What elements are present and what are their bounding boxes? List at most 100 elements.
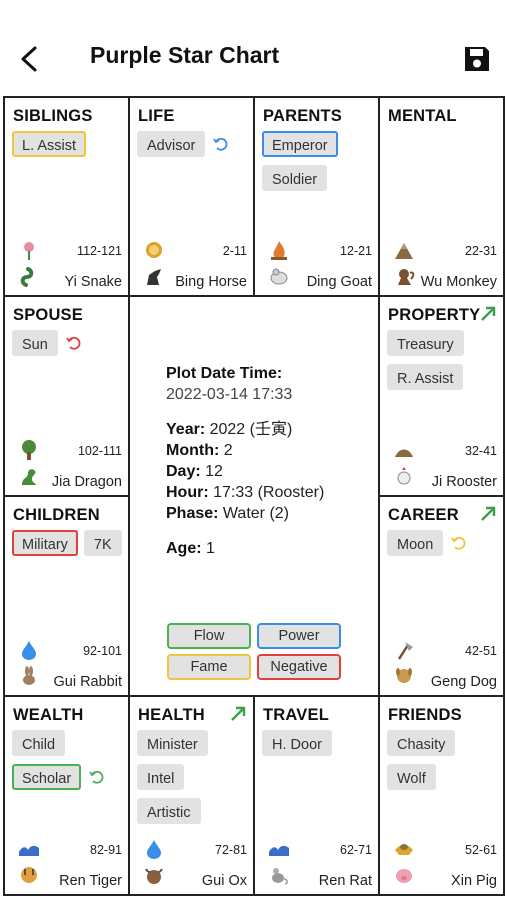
- horse-icon: [147, 269, 161, 285]
- phase-value: Water (2): [222, 505, 289, 522]
- legend-negative[interactable]: Negative: [257, 654, 341, 680]
- palace-travel[interactable]: TRAVEL H. Door 62-71 Ren Rat: [253, 695, 380, 896]
- page-title: Purple Star Chart: [90, 42, 280, 68]
- snake-icon: [20, 267, 34, 287]
- day-value: 12: [205, 463, 223, 480]
- day-label: Day:: [166, 463, 201, 480]
- palace-wealth[interactable]: WEALTH Child Scholar 82-91 Ren Tiger: [3, 695, 130, 896]
- cycle-icon: [213, 137, 228, 151]
- star-chip[interactable]: Soldier: [262, 165, 328, 191]
- star-chip[interactable]: Treasury: [387, 330, 464, 356]
- monkey-icon: [398, 269, 415, 285]
- fire-icon: [271, 241, 287, 260]
- palace-title: TRAVEL: [263, 706, 329, 724]
- palace-spouse[interactable]: SPOUSE Sun 102-111 Jia Dragon: [3, 295, 130, 497]
- earthly-branch: Jia Dragon: [51, 474, 122, 490]
- age-range: 72-81: [215, 843, 247, 857]
- palace-career[interactable]: CAREER Moon 42-51 Geng Dog: [378, 495, 505, 697]
- earthly-branch: Ren Tiger: [59, 873, 122, 889]
- star-chip[interactable]: Advisor: [137, 131, 206, 157]
- earth-mound-icon: [395, 449, 413, 457]
- age-range: 82-91: [90, 843, 122, 857]
- earthly-branch: Ding Goat: [306, 274, 372, 290]
- trend-up-icon: [481, 506, 496, 521]
- trend-up-icon: [481, 306, 496, 321]
- star-chip[interactable]: Artistic: [137, 798, 201, 824]
- age-range: 32-41: [465, 444, 497, 458]
- earthly-branch: Ren Rat: [318, 873, 372, 889]
- palace-friends[interactable]: FRIENDS Chasity Wolf 52-61 Xin Pig: [378, 695, 505, 896]
- star-chip[interactable]: Sun: [12, 330, 58, 356]
- water-drop-icon: [147, 840, 161, 859]
- palace-mental[interactable]: MENTAL 22-31 Wu Monkey: [378, 96, 505, 297]
- trend-up-icon: [231, 706, 246, 721]
- dragon-icon: [22, 469, 36, 485]
- header-bar: Purple Star Chart: [0, 38, 507, 82]
- month-row: Month: 2: [166, 440, 324, 461]
- chart-grid: SIBLINGS L. Assist 112-121 Yi Snake LIFE…: [3, 96, 505, 896]
- palace-title: SIBLINGS: [13, 107, 93, 125]
- star-chip[interactable]: Child: [12, 730, 66, 756]
- palace-siblings[interactable]: SIBLINGS L. Assist 112-121 Yi Snake: [3, 96, 130, 297]
- pig-icon: [396, 869, 412, 883]
- earthly-branch: Xin Pig: [451, 873, 497, 889]
- star-chip[interactable]: Military: [12, 530, 78, 556]
- dog-icon: [396, 668, 412, 683]
- legend-flow[interactable]: Flow: [167, 623, 251, 649]
- plot-date-value: 2022-03-14 17:33: [166, 386, 293, 403]
- earthly-branch: Yi Snake: [64, 274, 123, 290]
- palace-title: LIFE: [138, 107, 175, 125]
- star-chip[interactable]: Chasity: [387, 730, 456, 756]
- earthly-branch: Geng Dog: [430, 674, 497, 690]
- age-value: 1: [206, 540, 215, 557]
- earthly-branch: Ji Rooster: [431, 474, 497, 490]
- star-chip[interactable]: Intel: [137, 764, 185, 790]
- star-chip[interactable]: Moon: [387, 530, 444, 556]
- star-chip[interactable]: L. Assist: [12, 131, 86, 157]
- palace-title: WEALTH: [13, 706, 84, 724]
- year-label: Year:: [166, 421, 206, 438]
- water-drop-icon: [22, 641, 36, 660]
- age-range: 92-101: [83, 644, 122, 658]
- earthly-branch: Gui Rabbit: [53, 674, 122, 690]
- legend-power[interactable]: Power: [257, 623, 341, 649]
- rooster-icon: [397, 467, 411, 485]
- floppy-disk-icon[interactable]: [462, 44, 492, 74]
- flower-icon: [24, 242, 34, 260]
- tiger-icon: [21, 867, 37, 883]
- month-label: Month:: [166, 442, 220, 459]
- day-row: Day: 12: [166, 461, 324, 482]
- star-chip[interactable]: 7K: [83, 530, 122, 556]
- palace-children[interactable]: CHILDREN Military 7K 92-101 Gui Rabbit: [3, 495, 130, 697]
- rabbit-icon: [23, 666, 35, 685]
- month-value: 2: [223, 442, 233, 459]
- earthly-branch: Wu Monkey: [420, 274, 497, 290]
- rat-icon: [272, 868, 288, 885]
- year-value: 2022 (壬寅): [209, 421, 293, 438]
- star-chip[interactable]: Wolf: [387, 764, 436, 790]
- age-range: 22-31: [465, 244, 497, 258]
- age-range: 62-71: [340, 843, 372, 857]
- legend-fame[interactable]: Fame: [167, 654, 251, 680]
- chevron-left-icon[interactable]: [16, 44, 42, 74]
- age-range: 12-21: [340, 244, 372, 258]
- mountain-icon: [395, 243, 413, 259]
- age-range: 102-111: [77, 444, 122, 458]
- palace-title: PROPERTY: [388, 306, 481, 324]
- palace-parents[interactable]: PARENTS Emperor Soldier 12-21 Ding Goat: [253, 96, 380, 297]
- goat-icon: [270, 268, 288, 285]
- earthly-branch: Bing Horse: [175, 274, 247, 290]
- star-chip[interactable]: Emperor: [262, 131, 338, 157]
- star-chip[interactable]: R. Assist: [387, 364, 464, 390]
- cycle-icon: [451, 536, 466, 550]
- palace-life[interactable]: LIFE Advisor 2-11 Bing Horse: [128, 96, 255, 297]
- wave-icon: [19, 845, 39, 856]
- tree-icon: [22, 440, 36, 460]
- palace-property[interactable]: PROPERTY Treasury R. Assist 32-41 Ji Roo…: [378, 295, 505, 497]
- star-chip[interactable]: Scholar: [12, 764, 82, 790]
- palace-title: CHILDREN: [13, 506, 100, 524]
- sun-icon: [146, 242, 162, 258]
- star-chip[interactable]: H. Door: [262, 730, 332, 756]
- star-chip[interactable]: Minister: [137, 730, 208, 756]
- palace-health[interactable]: HEALTH Minister Intel Artistic 72-81 Gui…: [128, 695, 255, 896]
